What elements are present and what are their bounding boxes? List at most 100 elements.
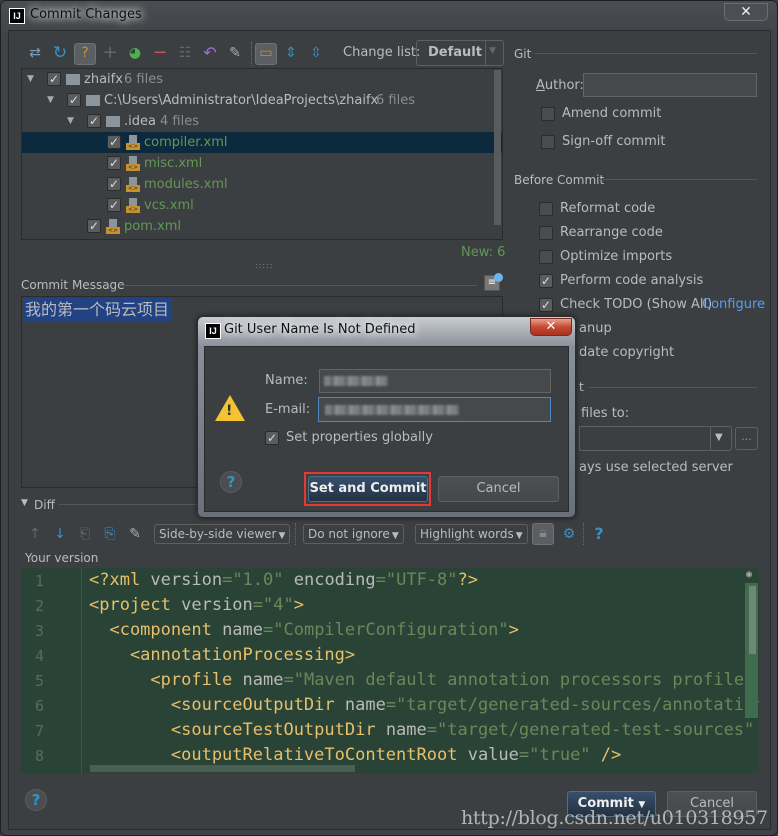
code-token-tag: <sourceTestOutputDir	[89, 720, 386, 740]
checkbox[interactable]: ✓	[539, 298, 553, 312]
tree-checkbox[interactable]: ✓	[67, 93, 81, 107]
code-token-tag: />	[600, 745, 622, 765]
add-icon[interactable]: +	[101, 44, 119, 62]
revert-icon[interactable]: ↶	[201, 44, 219, 62]
code-token-str: ="target/generated-test-sources"	[426, 720, 755, 740]
tree-checkbox[interactable]: ✓	[47, 72, 61, 86]
configure-link[interactable]: Configure	[702, 296, 765, 314]
help-button[interactable]: ?	[25, 789, 47, 811]
tree-row[interactable]: ✓ <> modules.xml	[22, 174, 502, 195]
checkbox[interactable]: ✓	[265, 431, 279, 445]
diff-editor[interactable]: 12345678 <?xml version="1.0" encoding="U…	[21, 568, 759, 773]
dialog-help-button[interactable]: ?	[220, 471, 242, 493]
tree-row-selected[interactable]: ✓ <> compiler.xml	[22, 132, 502, 153]
code-token-attr: name	[242, 670, 284, 690]
refresh-icon[interactable]: ↻	[51, 44, 69, 62]
folder-icon	[106, 116, 120, 127]
changes-tree[interactable]: ▼ ✓ zhaifx 6 files ▼ ✓ C:\Users\Administ…	[21, 68, 503, 240]
editor-scroll-thumb[interactable]	[748, 585, 757, 655]
editor-horizontal-scrollbar[interactable]	[90, 765, 355, 772]
collapse-all-icon[interactable]: ⇳	[307, 44, 325, 62]
toolbar-separator	[583, 523, 584, 545]
code-token-attr: version	[181, 595, 253, 615]
viewer-combo[interactable]: Side-by-side viewer ▼	[154, 524, 291, 544]
move-to-changelist-icon[interactable]: ◕	[126, 44, 144, 62]
lock-icon[interactable]: 🔒︎	[532, 523, 554, 545]
expand-arrow-icon[interactable]: ▼	[47, 90, 54, 111]
tree-checkbox[interactable]: ✓	[107, 135, 121, 149]
tree-row[interactable]: ✓ <> misc.xml	[22, 153, 502, 174]
code-token-str: ="true"	[518, 745, 601, 765]
checkbox[interactable]	[539, 202, 553, 216]
browse-server-button[interactable]: ...	[735, 427, 758, 450]
checkbox[interactable]	[541, 135, 555, 149]
code-token-attr: version	[150, 570, 223, 590]
changelist-combo[interactable]: Default ▼	[416, 40, 504, 66]
update-copyright-label-partial: date copyright	[579, 345, 675, 360]
checkbox[interactable]	[539, 250, 553, 264]
next-difference-icon[interactable]: ↓	[51, 525, 69, 543]
splitter-handle[interactable]: :::::	[255, 261, 273, 270]
tree-item-count: 6 files	[124, 72, 163, 87]
perform-code-analysis-label: Perform code analysis	[560, 273, 704, 288]
tree-row[interactable]: ▼ ✓ C:\Users\Administrator\IdeaProjects\…	[22, 90, 502, 111]
expand-arrow-icon[interactable]: ▼	[27, 69, 34, 90]
tree-row[interactable]: ✓ <> vcs.xml	[22, 195, 502, 216]
tree-item-name: pom.xml	[124, 219, 181, 234]
tree-row[interactable]: ▼ ✓ .idea 4 files	[22, 111, 502, 132]
select-all-icon[interactable]: ☷	[176, 44, 194, 62]
remove-icon[interactable]: −	[151, 44, 169, 62]
highlight-combo[interactable]: Highlight words ▼	[415, 524, 528, 544]
title-bar[interactable]: IJ Commit Changes ✕	[1, 1, 777, 31]
checkbox[interactable]	[541, 107, 555, 121]
tree-row[interactable]: ▼ ✓ zhaifx 6 files	[22, 69, 502, 90]
author-input[interactable]	[583, 73, 757, 97]
window-close-button[interactable]: ✕	[724, 3, 768, 21]
check-todo-label: Check TODO (Show All)	[560, 297, 713, 312]
code-token-str: ="1.0"	[222, 570, 294, 590]
name-input[interactable]	[319, 369, 551, 393]
code-line: <annotationProcessing>	[89, 645, 355, 665]
code-token-tag: <annotationProcessing>	[89, 645, 356, 665]
code-token-attr: name	[385, 720, 427, 740]
tree-row[interactable]: ✓ <> pom.xml	[22, 216, 502, 237]
code-token-tag: <profile	[89, 670, 243, 690]
checkbox[interactable]: ✓	[539, 274, 553, 288]
changelist-label: Change list:	[343, 45, 421, 60]
unversioned-files-icon[interactable]: ?	[74, 43, 96, 65]
previous-file-icon[interactable]: ⎗	[76, 525, 94, 543]
settings-gear-icon[interactable]: ⚙	[560, 525, 578, 543]
set-and-commit-button[interactable]: Set and Commit	[308, 476, 428, 502]
divider	[535, 53, 757, 54]
dialog-close-button[interactable]: ✕	[530, 318, 572, 336]
next-file-icon[interactable]: ⎘	[101, 525, 119, 543]
tree-checkbox[interactable]: ✓	[107, 177, 121, 191]
show-diff-icon[interactable]: ⇄	[26, 44, 44, 62]
ignore-whitespace-combo[interactable]: Do not ignore ▼	[303, 524, 404, 544]
email-label: E-mail:	[265, 402, 311, 417]
tree-checkbox[interactable]: ✓	[87, 219, 101, 233]
expand-all-icon[interactable]: ⇕	[282, 44, 300, 62]
code-token-str: ="UTF-8"	[375, 570, 458, 590]
intellij-logo-icon: IJ	[205, 323, 221, 339]
checkbox[interactable]	[539, 226, 553, 240]
eye-icon[interactable]: ◉	[746, 569, 752, 580]
expand-arrow-icon[interactable]: ▼	[67, 111, 74, 132]
email-input[interactable]	[318, 397, 551, 422]
previous-difference-icon[interactable]: ↑	[26, 525, 44, 543]
line-number: 7	[35, 722, 45, 740]
group-by-directory-icon[interactable]: ▭	[255, 43, 277, 65]
code-token-attr: encoding	[293, 570, 376, 590]
code-token-tag: >	[293, 595, 304, 615]
tree-checkbox[interactable]: ✓	[107, 198, 121, 212]
tree-checkbox[interactable]: ✓	[107, 156, 121, 170]
edit-source-icon[interactable]: ✎	[226, 44, 244, 62]
server-combo[interactable]: ▼	[579, 426, 732, 451]
tree-scrollbar[interactable]	[494, 70, 501, 225]
dialog-cancel-button[interactable]: Cancel	[438, 476, 559, 502]
help-icon[interactable]: ?	[590, 525, 608, 543]
diff-collapse-arrow-icon[interactable]: ▼	[21, 498, 28, 508]
tree-item-count: 6 files	[376, 93, 415, 108]
edit-source-icon[interactable]: ✎	[126, 525, 144, 543]
tree-checkbox[interactable]: ✓	[87, 114, 101, 128]
